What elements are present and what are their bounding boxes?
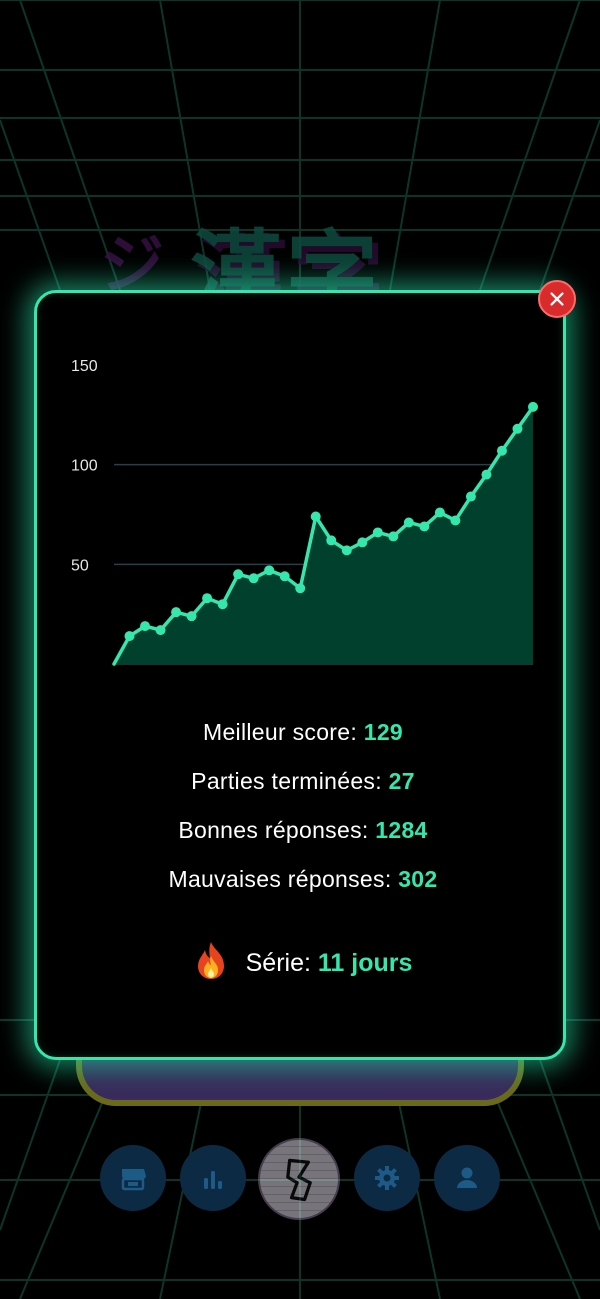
stats-icon (204, 1171, 222, 1189)
gear-icon (375, 1166, 399, 1190)
nav-shop-button[interactable] (100, 1145, 166, 1211)
data-point (450, 515, 461, 526)
data-point (496, 445, 507, 456)
y-tick-label: 100 (71, 458, 98, 475)
stats-list: Meilleur score: 129 Parties terminées: 2… (37, 708, 569, 904)
stat-best-score-label: Meilleur score: (202, 719, 364, 745)
stat-games-finished-value: 27 (388, 768, 415, 794)
close-button[interactable] (538, 280, 576, 318)
data-point (512, 423, 523, 434)
y-tick-label: 50 (71, 557, 89, 574)
score-history-chart: 50 100 150 (71, 358, 538, 666)
data-point (341, 545, 352, 556)
data-point (202, 593, 213, 604)
data-point (481, 469, 492, 480)
stat-games-finished: Parties terminées: 27 (37, 757, 569, 806)
stat-bad-answers-label: Mauvaises réponses: (168, 866, 399, 892)
data-point (372, 527, 383, 538)
data-point (217, 599, 228, 610)
data-point (233, 569, 244, 580)
data-point (528, 401, 538, 412)
data-point (434, 507, 445, 518)
stat-good-answers-value: 1284 (375, 817, 428, 843)
stat-good-answers-label: Bonnes réponses: (178, 817, 376, 843)
data-point (326, 535, 337, 546)
data-point (279, 571, 290, 582)
play-kanji-icon (286, 1158, 312, 1202)
data-point (171, 607, 182, 618)
data-point (295, 583, 306, 594)
data-point (357, 537, 368, 548)
user-icon (457, 1167, 477, 1188)
data-point (264, 565, 275, 576)
close-icon (550, 292, 564, 306)
data-point (403, 517, 414, 528)
data-point (186, 611, 197, 622)
stat-best-score: Meilleur score: 129 (37, 708, 569, 757)
data-point (419, 521, 430, 532)
nav-profile-button[interactable] (434, 1145, 500, 1211)
data-point (248, 573, 259, 584)
stat-bad-answers-value: 302 (398, 866, 438, 892)
stat-games-finished-label: Parties terminées: (191, 768, 389, 794)
streak-value: 11 jours (317, 949, 413, 977)
data-point (388, 531, 399, 542)
stat-bad-answers: Mauvaises réponses: 302 (37, 855, 569, 904)
nav-stats-button[interactable] (180, 1145, 246, 1211)
stat-best-score-value: 129 (363, 719, 404, 745)
data-point (465, 491, 476, 502)
data-point (124, 631, 135, 642)
nav-play-button[interactable] (258, 1138, 340, 1220)
nav-settings-button[interactable] (354, 1145, 420, 1211)
series-area (114, 406, 533, 664)
data-point (310, 511, 321, 522)
stats-modal: 50 100 150 Meilleur score: 129 Parties ter… (34, 290, 566, 1060)
y-tick-label: 150 (71, 358, 98, 375)
bottom-nav (0, 1138, 600, 1220)
app-title-logo: ジ 漢字 (100, 200, 520, 328)
data-point (140, 621, 151, 632)
stat-good-answers: Bonnes réponses: 1284 (37, 806, 569, 855)
shop-icon (121, 1169, 146, 1191)
data-point (155, 625, 166, 636)
fire-icon (197, 942, 224, 980)
streak: Série: 11 jours (37, 942, 569, 984)
streak-label: Série: (245, 949, 318, 977)
